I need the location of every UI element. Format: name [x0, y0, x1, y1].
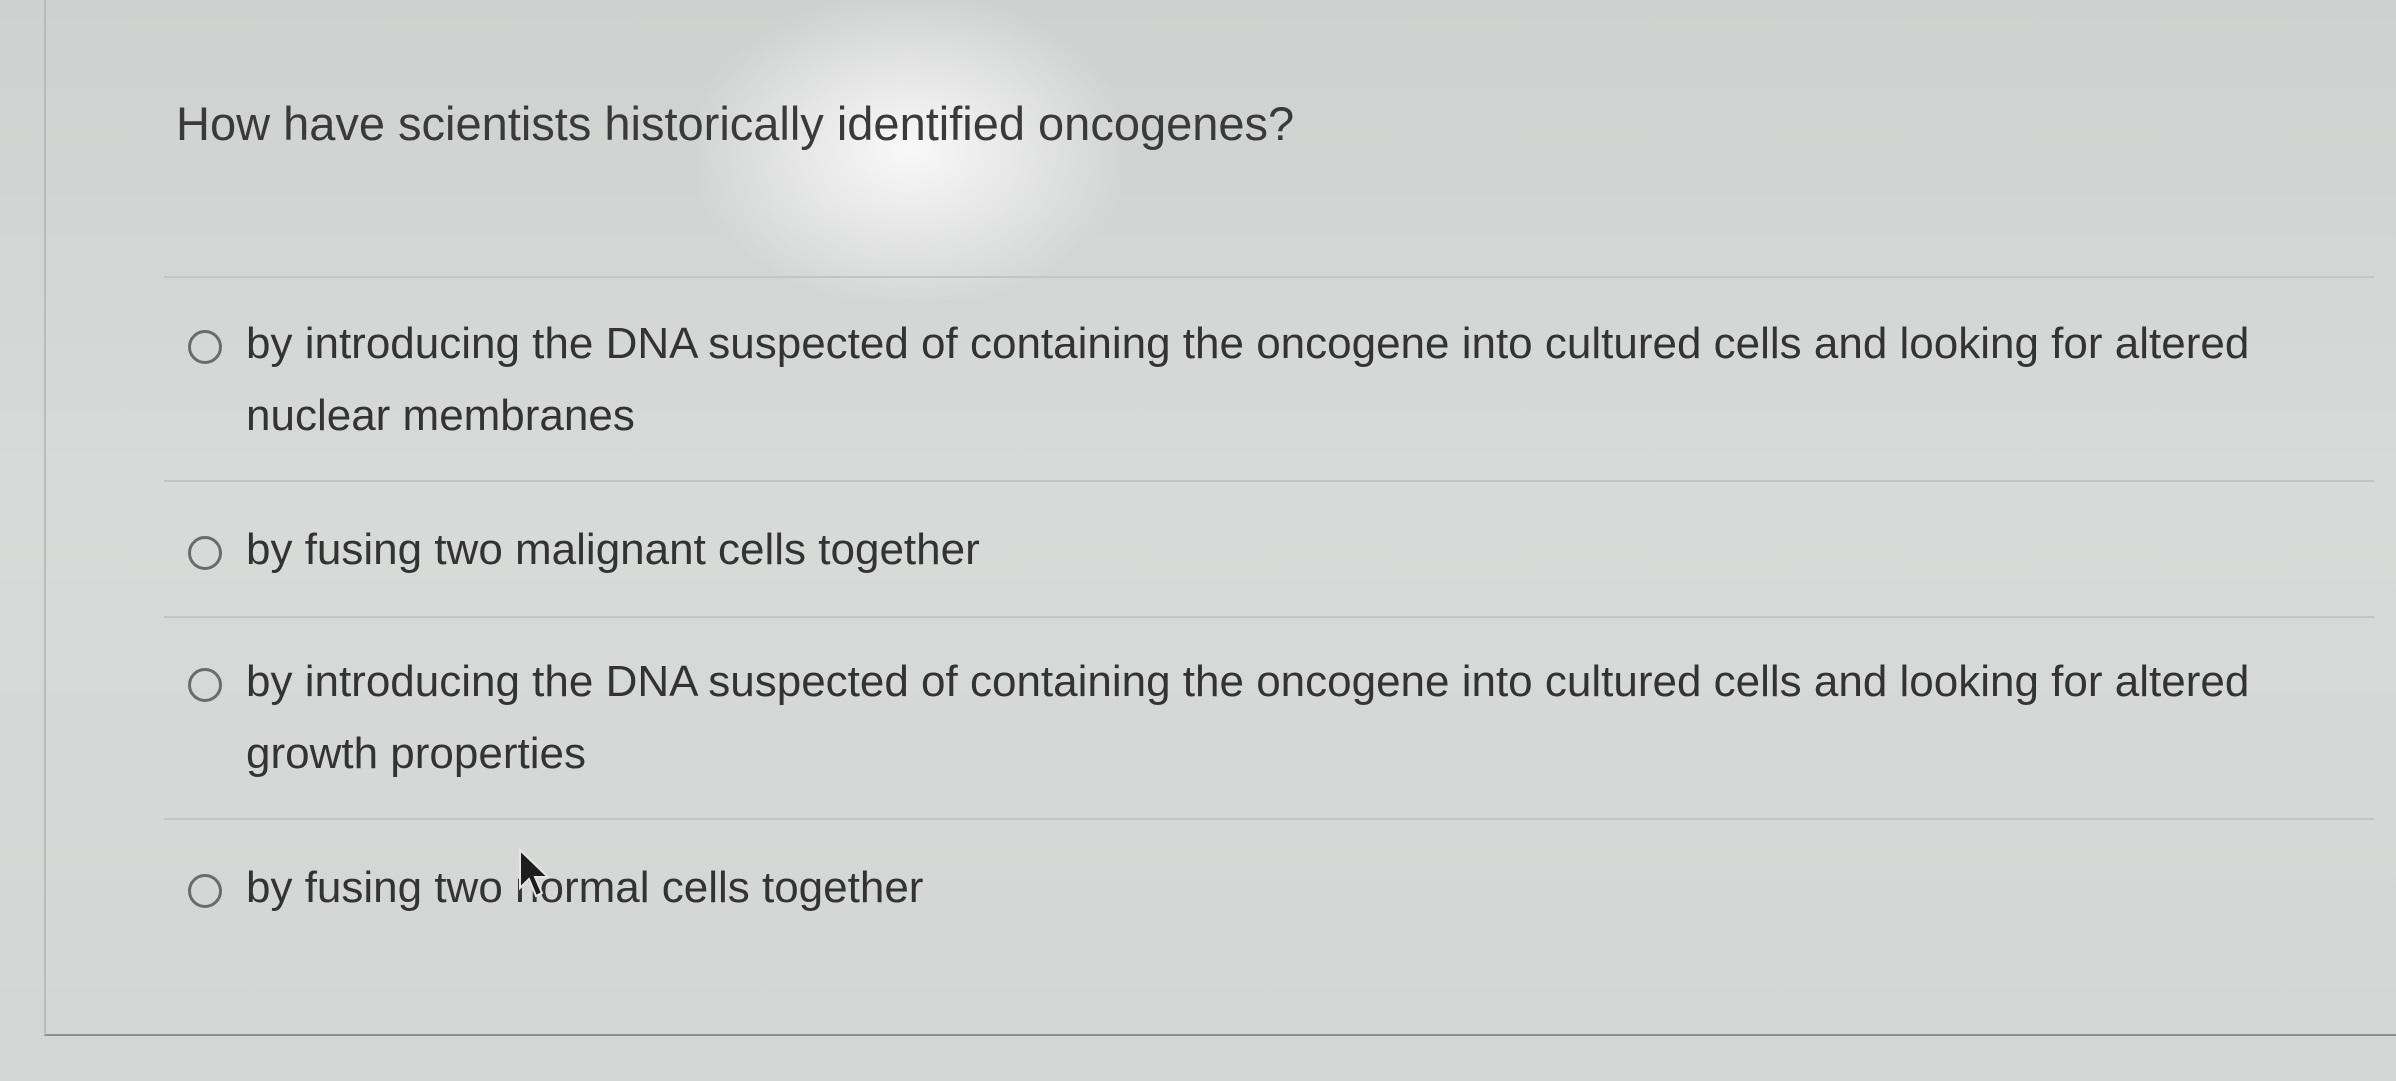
divider: [164, 276, 2374, 278]
radio-button-icon[interactable]: [188, 536, 222, 570]
radio-button-icon[interactable]: [188, 330, 222, 364]
option-label: by introducing the DNA suspected of cont…: [246, 657, 2250, 778]
answer-options: by introducing the DNA suspected of cont…: [164, 276, 2374, 954]
option-1[interactable]: by introducing the DNA suspected of cont…: [164, 280, 2374, 480]
option-3[interactable]: by introducing the DNA suspected of cont…: [164, 618, 2374, 818]
option-2[interactable]: by fusing two malignant cells together: [164, 482, 2374, 616]
radio-button-icon[interactable]: [188, 874, 222, 908]
option-label: by fusing two normal cells together: [246, 863, 924, 912]
option-label: by introducing the DNA suspected of cont…: [246, 319, 2250, 440]
radio-button-icon[interactable]: [188, 668, 222, 702]
option-4[interactable]: by fusing two normal cells together: [164, 820, 2374, 954]
option-label: by fusing two malignant cells together: [246, 525, 980, 574]
question-text: How have scientists historically identif…: [176, 97, 1295, 150]
question-card: How have scientists historically identif…: [44, 0, 2396, 1036]
